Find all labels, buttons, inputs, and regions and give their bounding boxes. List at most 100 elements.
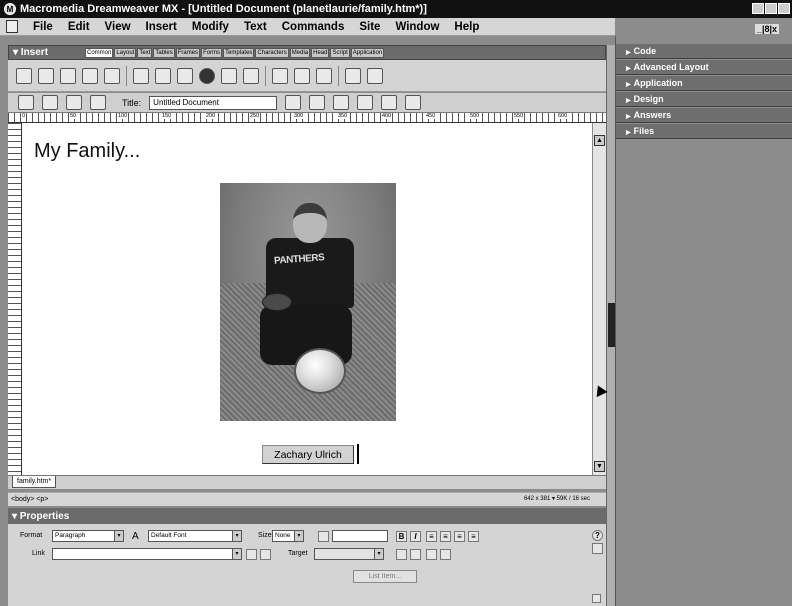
target-select[interactable]: ▾ [314, 548, 384, 560]
scroll-down-arrow[interactable]: ▼ [594, 461, 605, 472]
navigation-bar-icon[interactable] [243, 67, 259, 84]
tab-head[interactable]: Head [311, 47, 330, 58]
tab-characters[interactable]: Characters [255, 47, 289, 58]
toolbar-separator [338, 65, 339, 86]
panel-design[interactable]: ▶ Design [616, 92, 792, 107]
minimize-button[interactable] [752, 3, 764, 14]
panel-files[interactable]: ▶ Files [616, 124, 792, 139]
outdent-icon[interactable] [426, 549, 437, 560]
align-left-icon[interactable]: ≡ [426, 531, 437, 542]
file-management-icon[interactable] [285, 95, 302, 110]
hyperlink-icon[interactable] [16, 67, 32, 84]
color-input[interactable] [332, 530, 388, 542]
menu-site[interactable]: Site [359, 21, 380, 33]
flash-icon[interactable] [199, 67, 215, 84]
tab-media[interactable]: Media [289, 47, 311, 58]
named-anchor-icon[interactable] [60, 67, 76, 84]
image-icon[interactable] [133, 67, 149, 84]
text-color-swatch[interactable] [318, 531, 329, 542]
size-select[interactable]: None ▾ [272, 530, 304, 542]
tab-text[interactable]: Text [137, 47, 153, 58]
menu-text[interactable]: Text [244, 21, 267, 33]
code-view-icon[interactable] [18, 95, 34, 110]
justify-icon[interactable]: ≡ [468, 531, 479, 542]
window-size-info[interactable]: 642 x 381 ▾ 59K / 16 sec [524, 495, 590, 502]
debug-icon[interactable] [381, 95, 398, 110]
page-heading[interactable]: My Family... [34, 140, 140, 163]
ruler-tick: 350 [338, 113, 348, 119]
tag-chooser-icon[interactable] [367, 67, 383, 84]
tab-tables[interactable]: Tables [153, 47, 175, 58]
menu-file[interactable]: File [33, 21, 53, 33]
menu-view[interactable]: View [105, 21, 131, 33]
unordered-list-icon[interactable] [396, 549, 407, 560]
menu-edit[interactable]: Edit [68, 21, 90, 33]
rollover-image-icon[interactable] [177, 67, 193, 84]
family-photo[interactable]: PANTHERS [220, 183, 396, 421]
tab-application[interactable]: Application [350, 47, 385, 58]
properties-header[interactable]: ▾ Properties [8, 508, 606, 524]
comment-icon[interactable] [345, 67, 361, 84]
align-center-icon[interactable]: ≡ [440, 531, 451, 542]
menu-help[interactable]: Help [454, 21, 479, 33]
ruler-tick: 100 [118, 113, 128, 119]
link-input[interactable]: ▾ [52, 548, 242, 560]
menu-modify[interactable]: Modify [192, 21, 229, 33]
maximize-button[interactable] [765, 3, 777, 14]
expand-properties-icon[interactable] [592, 594, 601, 603]
tab-script[interactable]: Script [330, 47, 350, 58]
tab-forms[interactable]: Forms [201, 47, 223, 58]
panel-splitter[interactable] [606, 45, 615, 606]
format-select[interactable]: Paragraph ▾ [52, 530, 124, 542]
layer-icon[interactable] [104, 67, 120, 84]
document-window-controls[interactable]: _|8|x [755, 24, 780, 34]
design-view-icon[interactable] [66, 95, 82, 110]
tab-common[interactable]: Common [85, 47, 114, 58]
align-right-icon[interactable]: ≡ [454, 531, 465, 542]
view-options-icon[interactable] [405, 95, 422, 110]
italic-icon[interactable]: I [410, 531, 421, 542]
font-select[interactable]: Default Font ▾ [148, 530, 242, 542]
panel-advanced-layout[interactable]: ▶ Advanced Layout [616, 60, 792, 75]
insert-bar-label[interactable]: ▾ Insert [9, 47, 85, 58]
browse-folder-icon[interactable] [260, 549, 271, 560]
ruler-tick: 250 [250, 113, 260, 119]
splitter-handle[interactable] [608, 303, 615, 347]
preview-browser-icon[interactable] [309, 95, 326, 110]
date-icon[interactable] [294, 67, 310, 84]
menu-insert[interactable]: Insert [146, 21, 177, 33]
code-navigation-icon[interactable] [357, 95, 374, 110]
tab-templates[interactable]: Templates [223, 47, 255, 58]
tab-family-htm[interactable]: family.htm* [12, 476, 57, 488]
photo-caption[interactable]: Zachary Ulrich [262, 445, 354, 464]
menu-window[interactable]: Window [395, 21, 439, 33]
menu-commands[interactable]: Commands [282, 21, 345, 33]
quick-tag-editor-icon[interactable] [592, 543, 603, 554]
indent-icon[interactable] [440, 549, 451, 560]
tabular-data-icon[interactable] [316, 67, 332, 84]
scroll-up-arrow[interactable]: ▲ [594, 135, 605, 146]
tab-frames[interactable]: Frames [175, 47, 201, 58]
help-icon[interactable]: ? [592, 530, 603, 541]
close-button[interactable] [778, 3, 790, 14]
panel-application[interactable]: ▶ Application [616, 76, 792, 91]
vertical-scrollbar[interactable]: ▲ ▼ [592, 123, 606, 475]
bold-icon[interactable]: B [396, 531, 407, 542]
document-toolbar: Title: Untitled Document [8, 93, 606, 113]
tab-layout[interactable]: Layout [114, 47, 137, 58]
list-item-button[interactable]: List Item... [353, 570, 417, 583]
fireworks-html-icon[interactable] [221, 67, 237, 84]
tag-selector[interactable]: <body> <p> [11, 496, 48, 503]
image-placeholder-icon[interactable] [155, 67, 171, 84]
title-input[interactable]: Untitled Document [149, 95, 278, 110]
panel-answers[interactable]: ▶ Answers [616, 108, 792, 123]
ordered-list-icon[interactable] [410, 549, 421, 560]
panel-code[interactable]: ▶ Code [616, 44, 792, 59]
table-icon[interactable] [82, 67, 98, 84]
horizontal-rule-icon[interactable] [272, 67, 288, 84]
point-to-file-icon[interactable] [246, 549, 257, 560]
live-data-icon[interactable] [90, 95, 106, 110]
email-link-icon[interactable] [38, 67, 54, 84]
refresh-icon[interactable] [333, 95, 350, 110]
split-view-icon[interactable] [42, 95, 58, 110]
